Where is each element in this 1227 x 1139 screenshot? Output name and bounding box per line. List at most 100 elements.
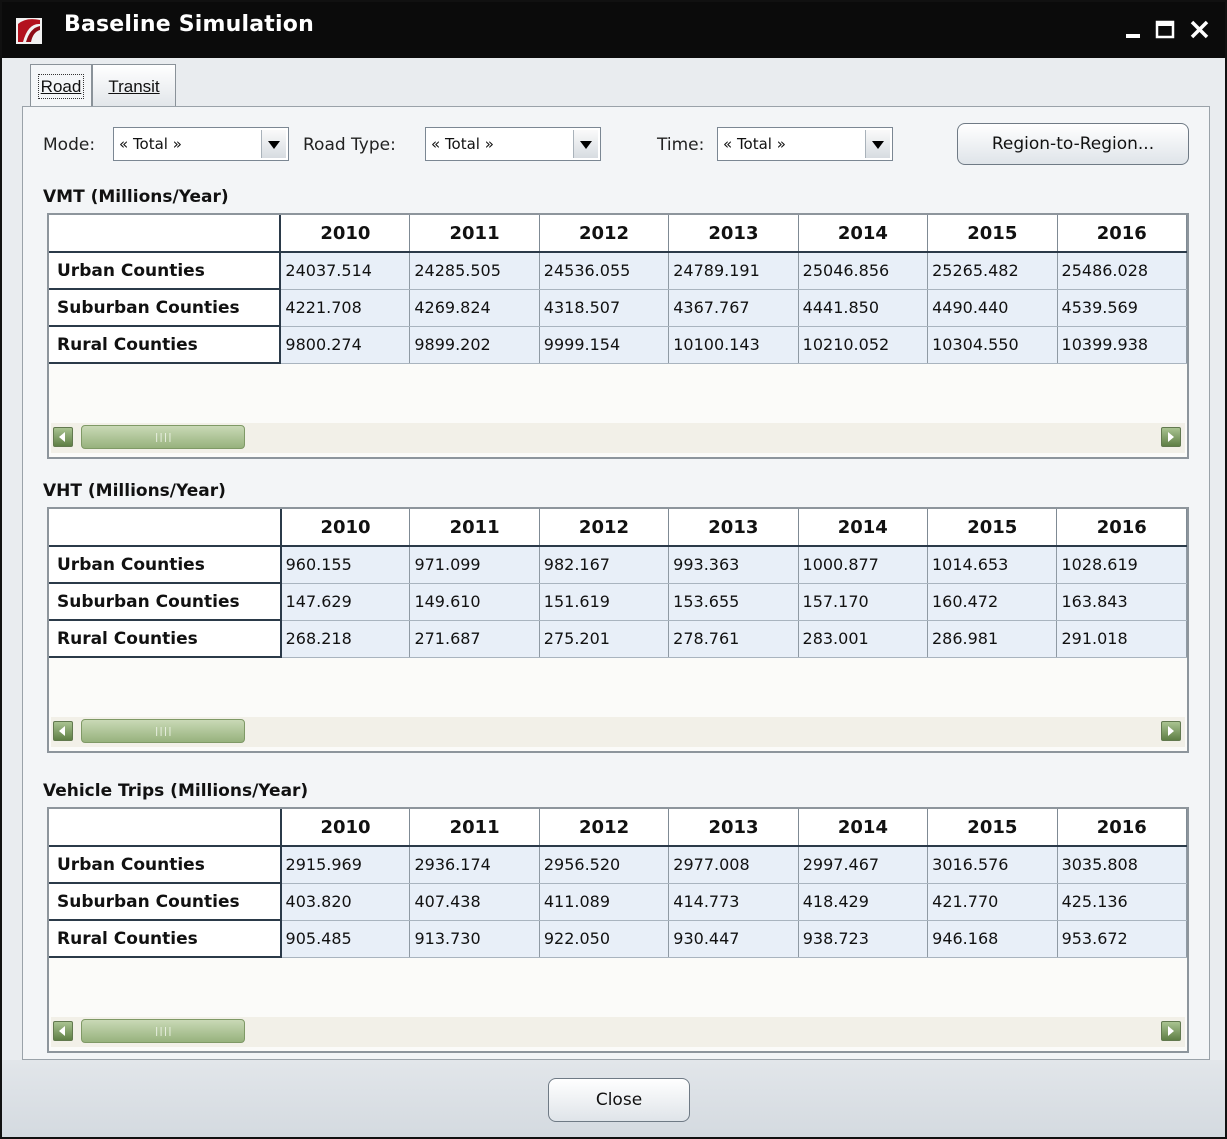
column-header[interactable]: 2011 xyxy=(409,809,540,847)
minimize-icon[interactable] xyxy=(1120,16,1148,44)
table-cell[interactable]: 4318.507 xyxy=(539,289,670,327)
row-header[interactable]: Urban Counties xyxy=(49,846,282,884)
table-cell[interactable]: 268.218 xyxy=(280,620,411,658)
table-cell[interactable]: 913.730 xyxy=(409,920,540,958)
column-header[interactable]: 2012 xyxy=(539,215,670,253)
close-button[interactable]: Close xyxy=(548,1078,690,1122)
chevron-down-icon[interactable] xyxy=(865,130,890,158)
table-cell[interactable]: 4367.767 xyxy=(668,289,799,327)
scroll-left-icon[interactable] xyxy=(53,427,73,447)
horizontal-scrollbar[interactable]: |||| xyxy=(51,423,1185,453)
table-cell[interactable]: 4441.850 xyxy=(798,289,929,327)
column-header[interactable]: 2010 xyxy=(280,215,411,253)
scroll-right-icon[interactable] xyxy=(1161,1021,1181,1041)
table-cell[interactable]: 10304.550 xyxy=(927,326,1058,364)
scroll-thumb[interactable]: |||| xyxy=(81,1019,245,1043)
table-cell[interactable]: 24789.191 xyxy=(668,252,799,290)
chevron-down-icon[interactable] xyxy=(261,130,286,158)
column-header[interactable]: 2016 xyxy=(1057,809,1187,847)
table-cell[interactable]: 418.429 xyxy=(798,883,929,921)
row-header[interactable]: Rural Counties xyxy=(49,920,282,958)
column-header[interactable]: 2015 xyxy=(927,809,1058,847)
row-header[interactable]: Urban Counties xyxy=(49,546,282,584)
table-cell[interactable]: 275.201 xyxy=(539,620,670,658)
table-cell[interactable]: 414.773 xyxy=(668,883,799,921)
table-cell[interactable]: 10399.938 xyxy=(1057,326,1187,364)
horizontal-scrollbar[interactable]: |||| xyxy=(51,717,1185,747)
table-cell[interactable]: 4539.569 xyxy=(1057,289,1187,327)
column-header[interactable]: 2015 xyxy=(927,215,1058,253)
table-cell[interactable]: 147.629 xyxy=(280,583,411,621)
column-header[interactable]: 2014 xyxy=(798,809,929,847)
table-cell[interactable]: 4269.824 xyxy=(409,289,540,327)
column-header[interactable]: 2010 xyxy=(280,809,411,847)
table-cell[interactable]: 25265.482 xyxy=(927,252,1058,290)
table-cell[interactable]: 930.447 xyxy=(668,920,799,958)
tab-road[interactable]: Road xyxy=(30,64,92,108)
road-type-select[interactable]: « Total » xyxy=(425,127,601,161)
horizontal-scrollbar[interactable]: |||| xyxy=(51,1017,1185,1047)
column-header[interactable]: 2016 xyxy=(1057,215,1187,253)
column-header[interactable]: 2013 xyxy=(668,509,799,547)
table-cell[interactable]: 283.001 xyxy=(798,620,929,658)
column-header[interactable]: 2012 xyxy=(539,809,670,847)
column-header[interactable]: 2014 xyxy=(798,509,929,547)
tab-transit[interactable]: Transit xyxy=(92,64,176,106)
table-cell[interactable]: 291.018 xyxy=(1056,620,1187,658)
scroll-thumb[interactable]: |||| xyxy=(81,425,245,449)
table-cell[interactable]: 25046.856 xyxy=(798,252,929,290)
table-cell[interactable]: 157.170 xyxy=(798,583,929,621)
scroll-right-icon[interactable] xyxy=(1161,721,1181,741)
vmt-grid[interactable]: 2010 2011 2012 2013 2014 2015 2016 Urban… xyxy=(47,213,1189,459)
mode-select[interactable]: « Total » xyxy=(113,127,289,161)
table-cell[interactable]: 4490.440 xyxy=(927,289,1058,327)
table-cell[interactable]: 1028.619 xyxy=(1056,546,1187,584)
vht-grid[interactable]: 2010 2011 2012 2013 2014 2015 2016 Urban… xyxy=(47,507,1189,753)
table-cell[interactable]: 403.820 xyxy=(280,883,411,921)
row-header[interactable]: Rural Counties xyxy=(49,326,282,364)
table-cell[interactable]: 982.167 xyxy=(539,546,670,584)
table-cell[interactable]: 2956.520 xyxy=(539,846,670,884)
table-cell[interactable]: 9800.274 xyxy=(280,326,411,364)
scroll-left-icon[interactable] xyxy=(53,721,73,741)
table-cell[interactable]: 2915.969 xyxy=(280,846,411,884)
column-header[interactable]: 2012 xyxy=(539,509,670,547)
table-cell[interactable]: 2997.467 xyxy=(798,846,929,884)
title-bar[interactable]: Baseline Simulation xyxy=(2,2,1225,58)
table-cell[interactable]: 4221.708 xyxy=(280,289,411,327)
maximize-icon[interactable] xyxy=(1152,16,1180,44)
table-cell[interactable]: 286.981 xyxy=(927,620,1058,658)
scroll-right-icon[interactable] xyxy=(1161,427,1181,447)
column-header[interactable]: 2013 xyxy=(668,215,799,253)
column-header[interactable]: 2013 xyxy=(668,809,799,847)
table-cell[interactable]: 2977.008 xyxy=(668,846,799,884)
table-cell[interactable]: 160.472 xyxy=(927,583,1058,621)
table-cell[interactable]: 10210.052 xyxy=(798,326,929,364)
table-cell[interactable]: 25486.028 xyxy=(1057,252,1187,290)
table-cell[interactable]: 946.168 xyxy=(927,920,1058,958)
table-cell[interactable]: 922.050 xyxy=(539,920,670,958)
table-cell[interactable]: 3016.576 xyxy=(927,846,1058,884)
scroll-thumb[interactable]: |||| xyxy=(81,719,245,743)
table-cell[interactable]: 163.843 xyxy=(1056,583,1187,621)
table-cell[interactable]: 9999.154 xyxy=(539,326,670,364)
table-cell[interactable]: 1014.653 xyxy=(927,546,1058,584)
column-header[interactable]: 2015 xyxy=(927,509,1058,547)
table-cell[interactable]: 971.099 xyxy=(409,546,540,584)
table-cell[interactable]: 10100.143 xyxy=(668,326,799,364)
column-header[interactable]: 2016 xyxy=(1056,509,1187,547)
column-header[interactable]: 2014 xyxy=(798,215,929,253)
table-cell[interactable]: 953.672 xyxy=(1057,920,1187,958)
table-cell[interactable]: 421.770 xyxy=(927,883,1058,921)
table-cell[interactable]: 151.619 xyxy=(539,583,670,621)
table-cell[interactable]: 993.363 xyxy=(668,546,799,584)
table-cell[interactable]: 411.089 xyxy=(539,883,670,921)
table-cell[interactable]: 278.761 xyxy=(668,620,799,658)
column-header[interactable]: 2011 xyxy=(409,509,540,547)
table-cell[interactable]: 960.155 xyxy=(280,546,411,584)
table-cell[interactable]: 9899.202 xyxy=(409,326,540,364)
chevron-down-icon[interactable] xyxy=(573,130,598,158)
table-cell[interactable]: 24285.505 xyxy=(409,252,540,290)
time-select[interactable]: « Total » xyxy=(717,127,893,161)
row-header[interactable]: Suburban Counties xyxy=(49,583,282,621)
